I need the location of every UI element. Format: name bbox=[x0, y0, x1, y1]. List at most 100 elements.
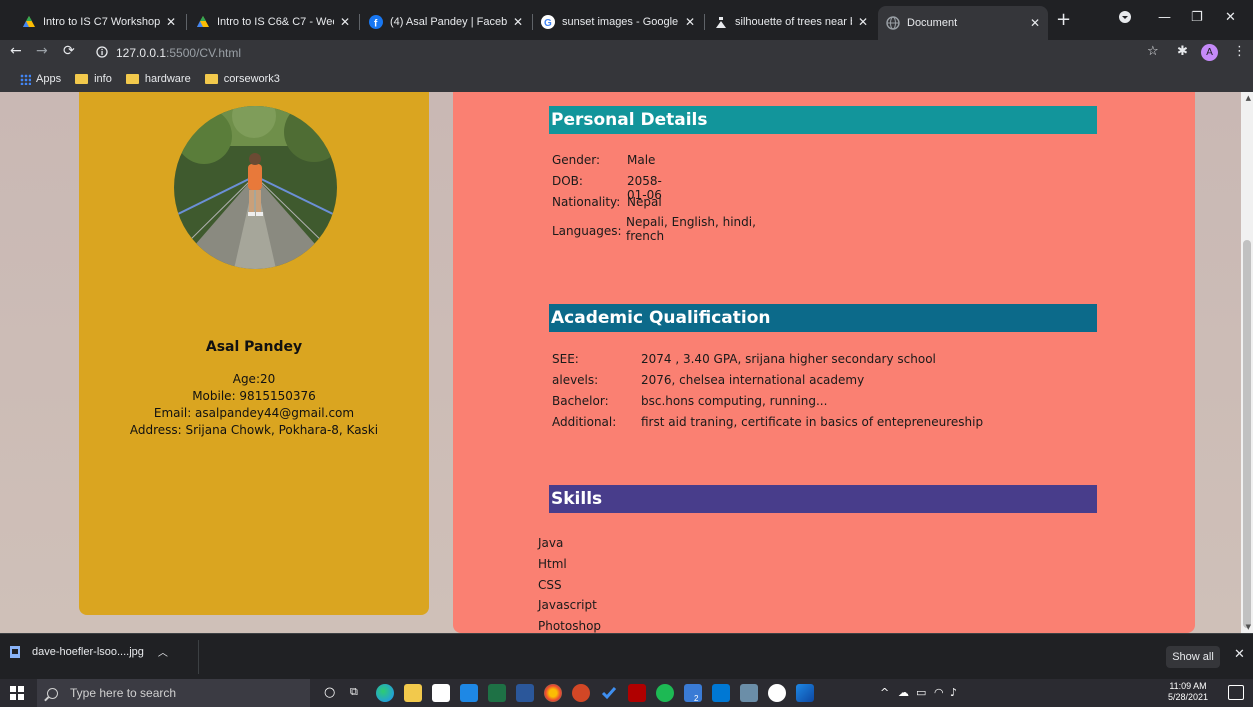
notes-app-icon[interactable] bbox=[740, 684, 758, 702]
close-icon[interactable]: ✕ bbox=[1234, 647, 1245, 662]
notification-center-icon[interactable] bbox=[1228, 685, 1244, 700]
page-viewport[interactable]: Asal Pandey Age:20 Mobile: 9815150376 Em… bbox=[0, 92, 1253, 633]
download-bar: dave-hoefler-lsoo....jpg ︿ Show all ✕ bbox=[0, 633, 1253, 679]
emoji-app-icon[interactable] bbox=[768, 684, 786, 702]
globe-icon bbox=[886, 16, 900, 30]
restore-icon[interactable]: ❐ bbox=[1191, 10, 1203, 25]
search-icon bbox=[47, 687, 58, 699]
tab-facebook[interactable]: f (4) Asal Pandey | Facebook ✕ bbox=[361, 8, 531, 36]
facebook-icon: f bbox=[369, 15, 383, 30]
personal-details-heading: Personal Details bbox=[549, 106, 1097, 134]
bookmark-corsework3[interactable]: corsework3 bbox=[204, 73, 280, 85]
tab-separator bbox=[704, 14, 705, 30]
info-icon[interactable] bbox=[96, 45, 108, 61]
system-clock[interactable]: 11:09 AM 5/28/2021 bbox=[1158, 681, 1218, 703]
scroll-up-arrow-icon[interactable]: ▲ bbox=[1246, 94, 1251, 102]
netflix-icon[interactable] bbox=[628, 684, 646, 702]
image-file-icon bbox=[10, 645, 20, 658]
close-icon[interactable]: ✕ bbox=[685, 15, 695, 29]
chevron-up-icon[interactable]: ︿ bbox=[158, 644, 168, 659]
profile-avatar[interactable]: A bbox=[1201, 44, 1218, 61]
download-item[interactable]: dave-hoefler-lsoo....jpg ︿ bbox=[10, 644, 168, 659]
url-host: 127.0.0.1 bbox=[116, 46, 167, 60]
tab-separator bbox=[359, 14, 360, 30]
vertical-scrollbar[interactable]: ▲ ▼ bbox=[1241, 92, 1253, 633]
close-icon[interactable]: ✕ bbox=[1030, 16, 1040, 30]
close-icon[interactable]: ✕ bbox=[340, 15, 350, 29]
vscode-icon[interactable] bbox=[712, 684, 730, 702]
tab-silhouette[interactable]: silhouette of trees near bod ✕ bbox=[706, 8, 876, 36]
todo-check-icon[interactable] bbox=[600, 684, 618, 702]
bookmark-info[interactable]: info bbox=[75, 73, 112, 85]
spotify-icon[interactable] bbox=[656, 684, 674, 702]
chrome-icon[interactable] bbox=[544, 684, 562, 702]
back-arrow-icon[interactable]: ← bbox=[10, 43, 22, 59]
address-text: Address: Srijana Chowk, Pokhara-8, Kaski bbox=[129, 423, 379, 437]
details-card: Personal Details Gender: Male DOB: 2058-… bbox=[453, 92, 1195, 633]
taskbar-search-input[interactable]: Type here to search bbox=[37, 679, 310, 707]
word-icon[interactable] bbox=[516, 684, 534, 702]
scroll-down-arrow-icon[interactable]: ▼ bbox=[1246, 623, 1251, 631]
divider bbox=[198, 640, 199, 674]
tab-intro-workshop[interactable]: Intro to IS C7 Workshop - W ✕ bbox=[14, 8, 184, 36]
files-app-icon[interactable]: 2 bbox=[684, 684, 702, 703]
wifi-icon[interactable]: ◠ bbox=[934, 686, 944, 699]
tab-intro-week[interactable]: Intro to IS C6& C7 - Week 1 ✕ bbox=[188, 8, 358, 36]
tab-search-icon[interactable] bbox=[1118, 10, 1132, 28]
academic-qualification-heading: Academic Qualification bbox=[549, 304, 1097, 332]
tab-sunset-images[interactable]: G sunset images - Google Sea ✕ bbox=[533, 8, 703, 36]
more-menu-icon[interactable]: ⋮ bbox=[1233, 44, 1246, 59]
list-item: Java bbox=[538, 536, 564, 550]
list-item: Photoshop bbox=[538, 619, 602, 633]
windows-taskbar: Type here to search ○ ⧉ 2 ^ ☁ ▭ ◠ ♪ 11:0… bbox=[0, 679, 1253, 707]
bookmark-star-icon[interactable]: ☆ bbox=[1147, 44, 1159, 59]
scrollbar-thumb[interactable] bbox=[1243, 240, 1251, 628]
folder-icon bbox=[75, 74, 89, 84]
bookmark-hardware[interactable]: hardware bbox=[125, 73, 191, 85]
photos-icon[interactable] bbox=[796, 684, 814, 702]
skills-heading: Skills bbox=[549, 485, 1097, 513]
edge-icon[interactable] bbox=[376, 684, 394, 702]
reload-icon[interactable]: ⟳ bbox=[63, 43, 75, 59]
tab-separator bbox=[186, 14, 187, 30]
browser-tab-strip: Intro to IS C7 Workshop - W ✕ Intro to I… bbox=[0, 0, 1253, 40]
onedrive-icon[interactable]: ☁ bbox=[898, 686, 909, 699]
forward-arrow-icon[interactable]: → bbox=[36, 43, 48, 59]
extensions-puzzle-icon[interactable]: ✱ bbox=[1177, 44, 1188, 59]
profile-photo bbox=[174, 106, 337, 269]
browser-toolbar: ← → ⟳ 127.0.0.1:5500/CV.html ☆ ✱ A ⋮ bbox=[0, 40, 1253, 66]
tab-document-active[interactable]: Document ✕ bbox=[878, 6, 1048, 40]
windows-start-icon[interactable] bbox=[10, 686, 24, 700]
window-close-icon[interactable]: ✕ bbox=[1225, 10, 1236, 25]
minimize-icon[interactable]: — bbox=[1158, 10, 1171, 25]
download-filename: dave-hoefler-lsoo....jpg bbox=[32, 645, 144, 658]
list-item: CSS bbox=[538, 577, 562, 592]
bookmarks-bar: Apps info hardware corsework3 bbox=[0, 66, 1253, 92]
show-all-button[interactable]: Show all bbox=[1166, 646, 1220, 668]
image-icon bbox=[714, 15, 728, 29]
profile-name: Asal Pandey bbox=[205, 339, 303, 355]
close-icon[interactable]: ✕ bbox=[166, 15, 176, 29]
email-text: Email: asalpandey44@gmail.com bbox=[153, 406, 355, 420]
cortana-icon[interactable]: ○ bbox=[324, 685, 335, 700]
contact-info: Age:20 Mobile: 9815150376 Email: asalpan… bbox=[79, 371, 429, 439]
bookmark-apps[interactable]: Apps bbox=[20, 73, 61, 85]
battery-icon[interactable]: ▭ bbox=[916, 686, 926, 699]
svg-text:G: G bbox=[544, 18, 552, 29]
new-tab-button[interactable]: + bbox=[1056, 9, 1071, 30]
list-item: Javascript bbox=[538, 598, 597, 613]
close-icon[interactable]: ✕ bbox=[513, 15, 523, 29]
folder-icon bbox=[204, 74, 218, 84]
list-item: Html bbox=[538, 556, 567, 571]
excel-icon[interactable] bbox=[488, 684, 506, 702]
task-view-icon[interactable]: ⧉ bbox=[350, 685, 358, 699]
address-bar[interactable]: 127.0.0.1:5500/CV.html bbox=[96, 42, 1166, 64]
chevron-up-icon[interactable]: ^ bbox=[880, 686, 889, 699]
powerpoint-icon[interactable] bbox=[572, 684, 590, 702]
mail-icon[interactable] bbox=[460, 684, 478, 702]
store-icon[interactable] bbox=[432, 684, 450, 702]
close-icon[interactable]: ✕ bbox=[858, 15, 868, 29]
volume-icon[interactable]: ♪ bbox=[950, 686, 957, 699]
apps-grid-icon bbox=[20, 73, 31, 85]
file-explorer-icon[interactable] bbox=[404, 684, 422, 702]
